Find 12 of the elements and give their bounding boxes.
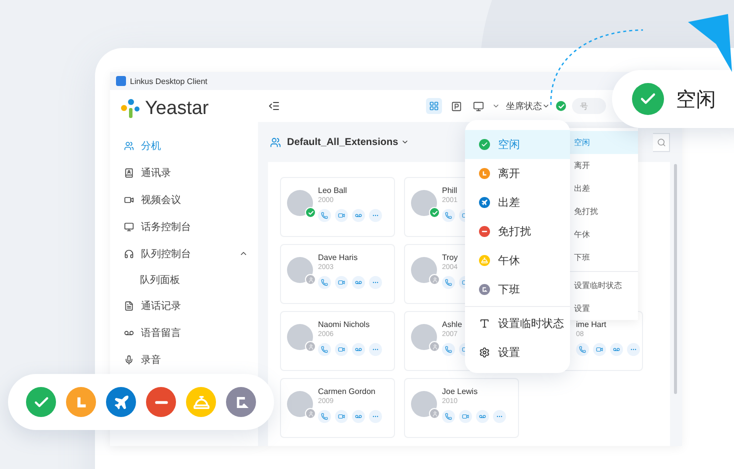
- extension-name: Dave Haris: [318, 253, 358, 262]
- extension-name: ime Hart: [576, 320, 606, 329]
- status-label: 空闲: [676, 88, 716, 112]
- extension-name: Phill: [442, 186, 458, 195]
- window-title: Linkus Desktop Client: [130, 76, 208, 86]
- extension-name: Carmen Gordon: [318, 387, 376, 396]
- extension-name: Ashle: [442, 320, 462, 329]
- extension-name: Troy: [442, 253, 458, 262]
- extension-name: Leo Ball: [318, 186, 347, 195]
- extension-name: Joe Lewis: [442, 387, 478, 396]
- extension-name: Naomi Nichols: [318, 320, 370, 329]
- logo-text: Yeastar: [145, 98, 209, 120]
